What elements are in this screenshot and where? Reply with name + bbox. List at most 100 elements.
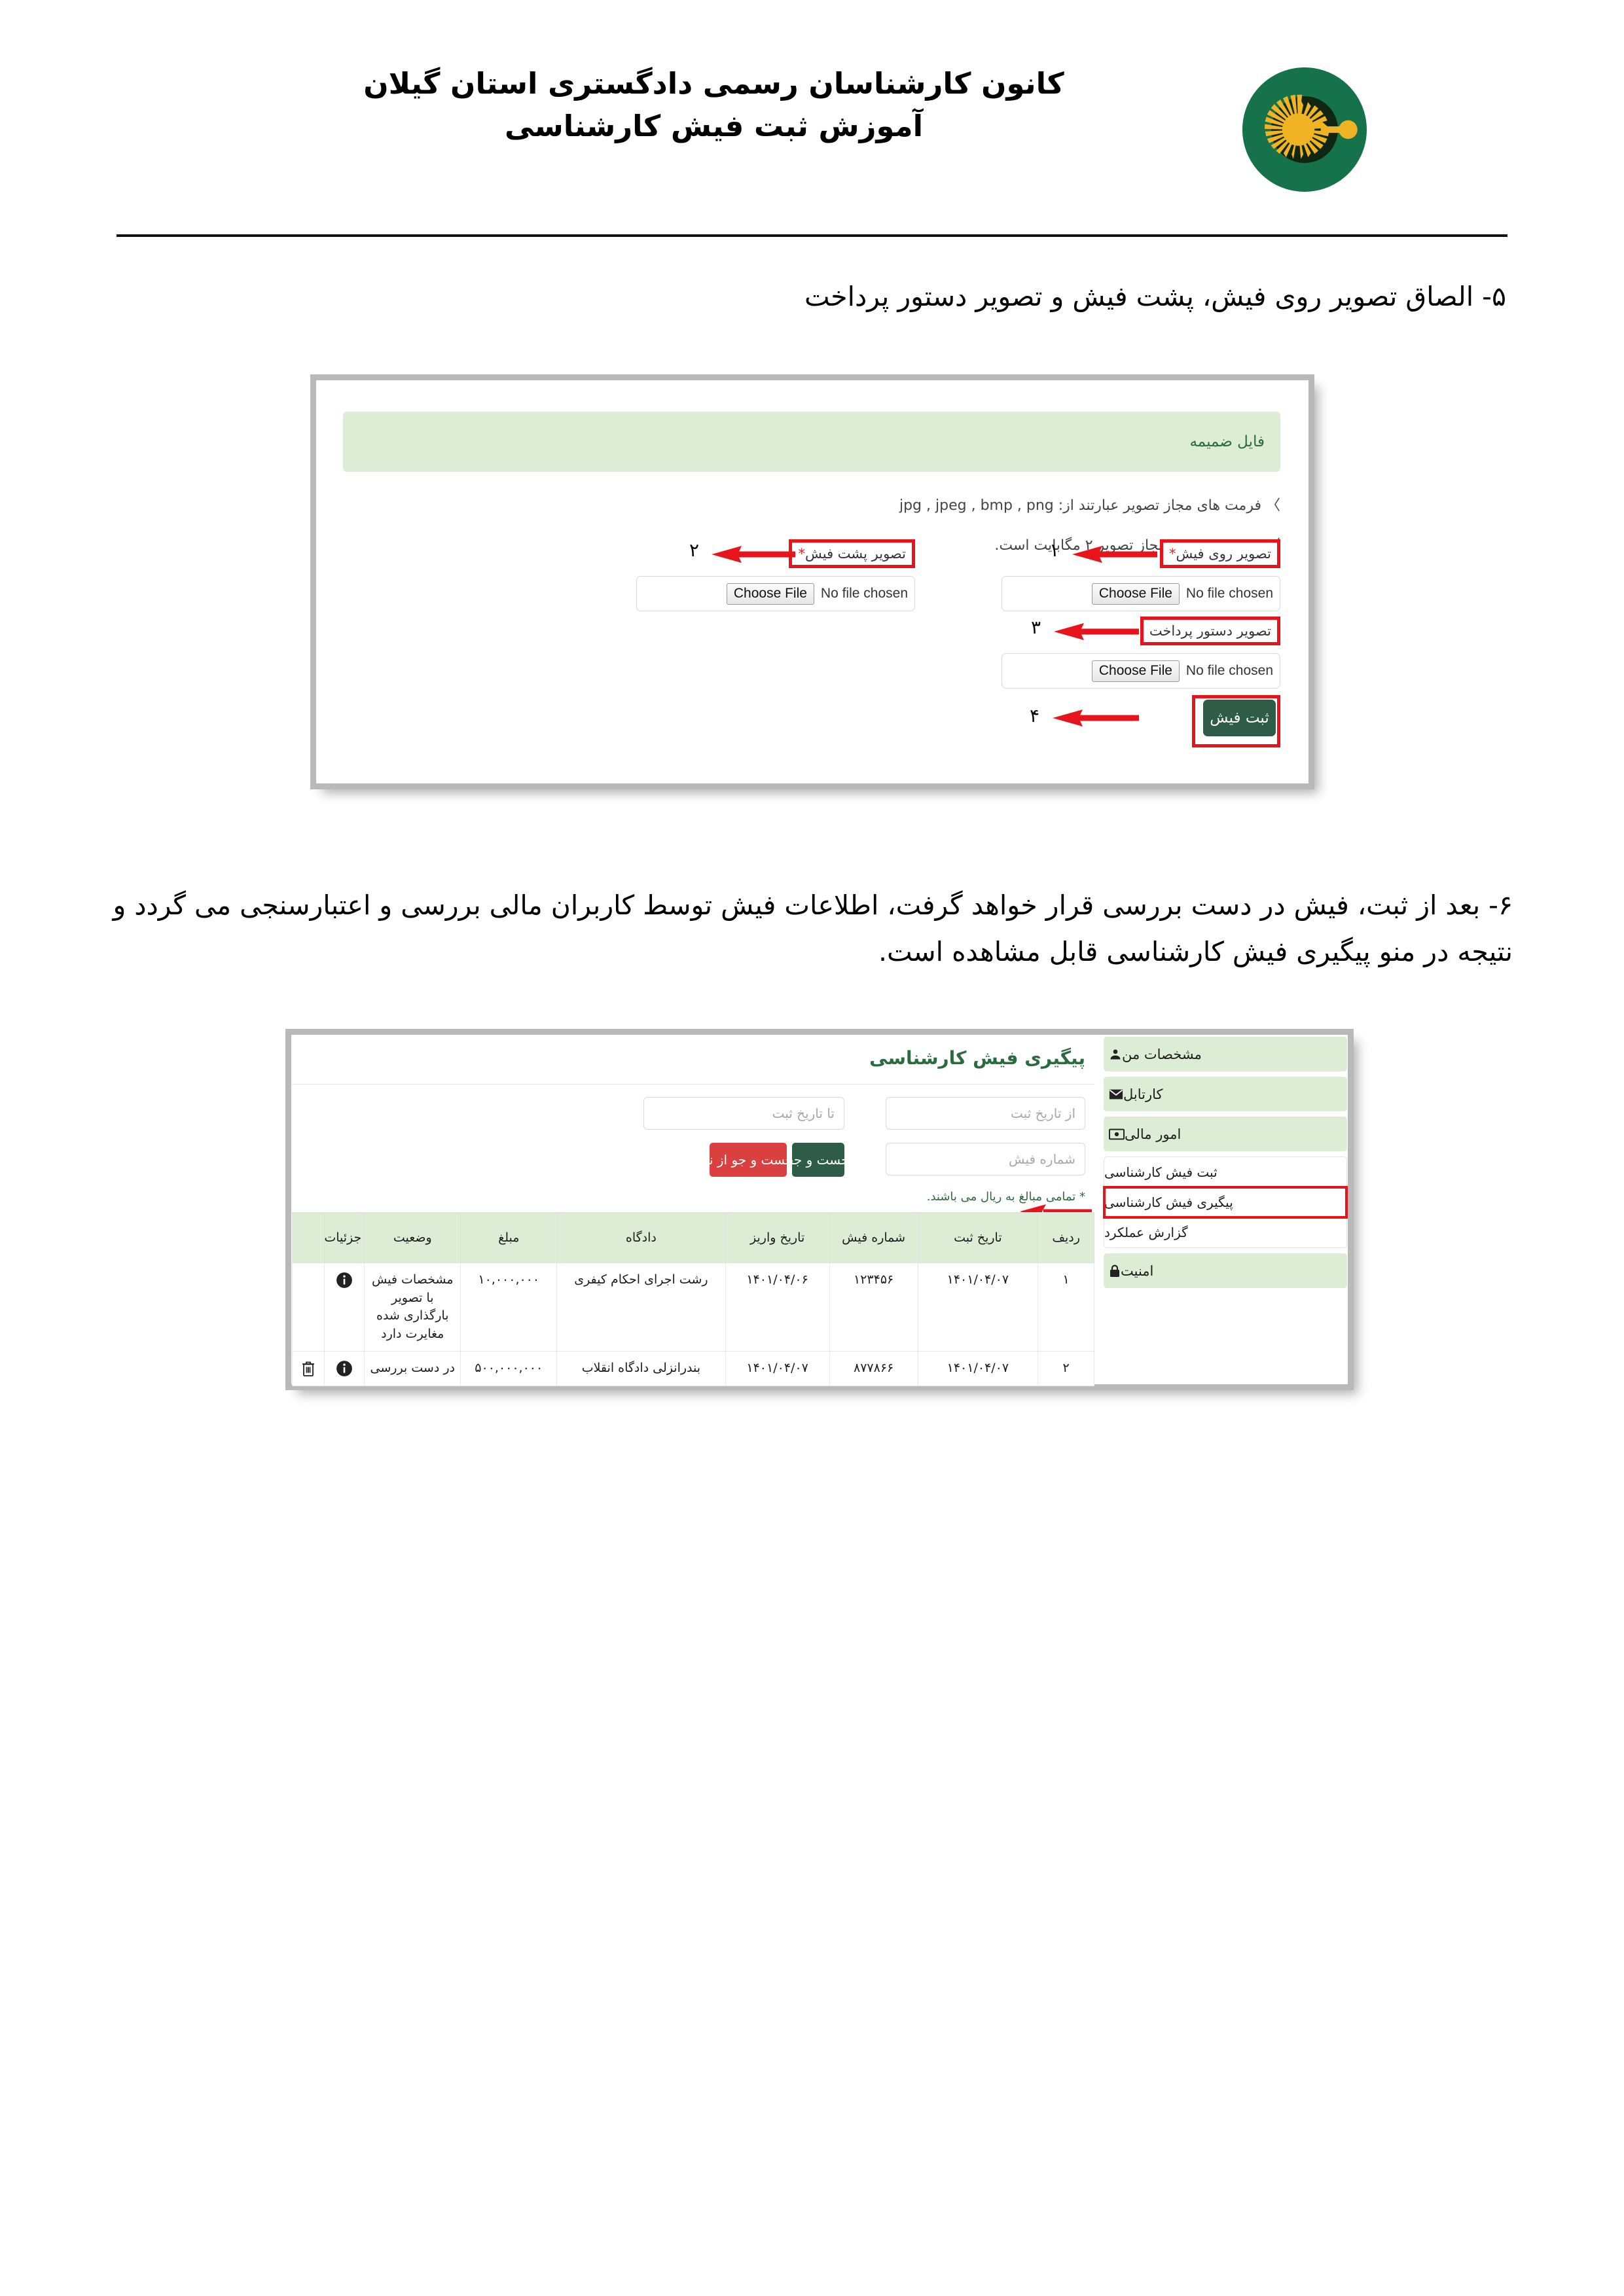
column-header-row-no: ردیف	[1038, 1212, 1094, 1263]
cell-register-date: ۱۴۰۱/۰۴/۰۷	[917, 1351, 1039, 1386]
sidebar-item-performance-report-label: گزارش عملکرد	[1104, 1225, 1188, 1240]
document-subtitle: آموزش ثبت فیش کارشناسی	[504, 109, 924, 144]
sidebar-item-financial[interactable]: امور مالی	[1104, 1117, 1347, 1151]
cell-deposit-date: ۱۴۰۱/۰۴/۰۷	[725, 1351, 830, 1386]
annotation-number-2: ۲	[689, 539, 699, 561]
annotation-arrow-2	[712, 546, 795, 563]
column-header-receipt-no: شماره فیش	[829, 1212, 918, 1263]
annotation-arrow-3	[1054, 623, 1139, 640]
header-divider	[117, 234, 1507, 237]
front-image-label: تصویر روی فیش*	[1159, 539, 1280, 568]
annotation-arrow-1	[1072, 546, 1157, 563]
back-image-file-status: No file chosen	[820, 586, 908, 601]
back-image-label: تصویر پشت فیش*	[789, 539, 915, 568]
currency-note: * تمامی مبالغ به ریال می باشند.	[926, 1190, 1085, 1204]
main-content: پیگیری فیش کارشناسی از تاریخ ثبت تا تاری…	[292, 1037, 1094, 1386]
info-icon[interactable]	[336, 1360, 353, 1377]
sidebar-item-my-profile[interactable]: مشخصات من	[1104, 1037, 1347, 1071]
payment-order-file-status: No file chosen	[1185, 663, 1273, 678]
banknote-icon	[1109, 1128, 1125, 1140]
cell-court: رشت اجرای احکام کیفری	[556, 1262, 726, 1352]
back-image-label-text: تصویر پشت فیش	[804, 546, 906, 562]
receipt-number-input[interactable]: شماره فیش	[886, 1143, 1085, 1175]
cell-row-no: ۱	[1038, 1262, 1094, 1352]
tracking-page-screenshot: مشخصات من کارتابل امور مالی ثبت فیش کارش…	[285, 1029, 1354, 1390]
column-header-court: دادگاه	[556, 1212, 726, 1263]
cell-register-date: ۱۴۰۱/۰۴/۰۷	[917, 1262, 1039, 1352]
sidebar-item-track-receipt-label: پیگیری فیش کارشناسی	[1104, 1194, 1233, 1210]
cell-status: مشخصات فیش با تصویر بارگذاری شده مغایرت …	[364, 1262, 461, 1352]
sidebar-item-performance-report[interactable]: گزارش عملکرد	[1104, 1217, 1346, 1247]
payment-order-file-input[interactable]: Choose File No file chosen	[1001, 653, 1280, 689]
cell-amount: ۵۰۰,۰۰۰,۰۰۰	[460, 1351, 558, 1386]
to-date-input[interactable]: تا تاریخ ثبت	[643, 1097, 844, 1130]
sidebar-item-security[interactable]: امنیت	[1104, 1253, 1347, 1288]
search-button[interactable]: جست و جو	[787, 1143, 849, 1177]
attachment-form-panel: فایل ضمیمه 〉 فرمت های مجاز تصویر عبارتند…	[310, 374, 1314, 789]
payment-order-image-label-text: تصویر دستور پرداخت	[1149, 623, 1271, 639]
sidebar-item-security-label: امنیت	[1121, 1263, 1154, 1279]
cell-row-no: ۲	[1038, 1351, 1094, 1386]
sidebar-item-register-receipt[interactable]: ثبت فیش کارشناسی	[1104, 1157, 1346, 1187]
sidebar-item-financial-label: امور مالی	[1125, 1126, 1182, 1142]
payment-order-image-label: تصویر دستور پرداخت	[1140, 617, 1280, 645]
column-header-amount: مبلغ	[460, 1212, 558, 1263]
column-header-details: جزئیات	[323, 1212, 365, 1263]
column-header-status: وضعیت	[364, 1212, 461, 1263]
envelope-icon	[1109, 1088, 1123, 1100]
person-icon	[1109, 1048, 1122, 1061]
sidebar-submenu: ثبت فیش کارشناسی پیگیری فیش کارشناسی گزا…	[1103, 1157, 1348, 1248]
sidebar-item-inbox[interactable]: کارتابل	[1104, 1077, 1347, 1111]
annotation-number-4: ۴	[1029, 705, 1039, 726]
front-image-label-text: تصویر روی فیش	[1176, 546, 1271, 562]
front-image-file-status: No file chosen	[1185, 586, 1273, 601]
sidebar: مشخصات من کارتابل امور مالی ثبت فیش کارش…	[1103, 1037, 1348, 1384]
attachment-panel-title: فایل ضمیمه	[1189, 433, 1265, 450]
front-image-choose-file-button[interactable]: Choose File	[1091, 583, 1180, 605]
front-image-file-input[interactable]: Choose File No file chosen	[1001, 576, 1280, 611]
sidebar-item-track-receipt[interactable]: پیگیری فیش کارشناسی	[1103, 1186, 1348, 1219]
step-5-text: ۵- الصاق تصویر روی فیش، پشت فیش و تصویر …	[804, 281, 1506, 312]
cell-court: بندرانزلی دادگاه انقلاب	[556, 1351, 726, 1386]
column-header-actions	[292, 1212, 325, 1263]
cell-amount: ۱۰,۰۰۰,۰۰۰	[460, 1262, 558, 1352]
page-header: کانون کارشناسان رسمی دادگستری استان گیلا…	[118, 62, 1506, 203]
title-divider	[292, 1084, 1094, 1085]
submit-receipt-button[interactable]: ثبت فیش	[1203, 700, 1276, 736]
receipts-table: ردیف تاریخ ثبت شماره فیش تاریخ واریز داد…	[292, 1212, 1094, 1386]
cell-details[interactable]	[323, 1262, 365, 1352]
payment-order-choose-file-button[interactable]: Choose File	[1091, 660, 1180, 682]
cell-actions[interactable]	[292, 1351, 325, 1386]
required-marker: *	[798, 546, 805, 562]
organization-logo	[1242, 67, 1367, 192]
back-image-file-input[interactable]: Choose File No file chosen	[636, 576, 915, 611]
cell-receipt-no: ۱۲۳۴۵۶	[829, 1262, 918, 1352]
lock-icon	[1109, 1265, 1121, 1278]
cell-receipt-no: ۸۷۷۸۶۶	[829, 1351, 918, 1386]
trash-icon[interactable]	[300, 1360, 316, 1377]
table-header-row: ردیف تاریخ ثبت شماره فیش تاریخ واریز داد…	[292, 1212, 1094, 1263]
sidebar-item-inbox-label: کارتابل	[1123, 1086, 1163, 1102]
required-marker: *	[1168, 546, 1176, 562]
attachment-form-screenshot: فایل ضمیمه 〉 فرمت های مجاز تصویر عبارتند…	[310, 374, 1314, 789]
back-image-choose-file-button[interactable]: Choose File	[726, 583, 814, 605]
cell-actions	[292, 1262, 325, 1352]
annotation-number-1: ۱	[1049, 539, 1059, 561]
page-title: پیگیری فیش کارشناسی	[869, 1047, 1085, 1069]
tracking-page-panel: مشخصات من کارتابل امور مالی ثبت فیش کارش…	[285, 1029, 1354, 1390]
column-header-deposit-date: تاریخ واریز	[725, 1212, 830, 1263]
sidebar-item-my-profile-label: مشخصات من	[1122, 1046, 1202, 1062]
from-date-input[interactable]: از تاریخ ثبت	[886, 1097, 1085, 1130]
header-titles: کانون کارشناسان رسمی دادگستری استان گیلا…	[118, 62, 1310, 148]
annotation-arrow-4	[1053, 709, 1139, 726]
column-header-register-date: تاریخ ثبت	[917, 1212, 1039, 1263]
cell-details[interactable]	[323, 1351, 365, 1386]
reset-search-button[interactable]: جست و جو از نو	[703, 1143, 793, 1177]
organization-title: کانون کارشناسان رسمی دادگستری استان گیلا…	[363, 66, 1064, 101]
table-row: ۱ ۱۴۰۱/۰۴/۰۷ ۱۲۳۴۵۶ ۱۴۰۱/۰۴/۰۶ رشت اجرای…	[292, 1262, 1094, 1352]
attachment-panel-header: فایل ضمیمه	[343, 412, 1280, 472]
sidebar-item-register-receipt-label: ثبت فیش کارشناسی	[1104, 1164, 1218, 1180]
step-6-text: ۶- بعد از ثبت، فیش در دست بررسی قرار خوا…	[113, 889, 1513, 967]
info-icon[interactable]	[336, 1272, 353, 1289]
allowed-formats-hint: 〉 فرمت های مجاز تصویر عبارتند از: jpg , …	[899, 497, 1280, 514]
